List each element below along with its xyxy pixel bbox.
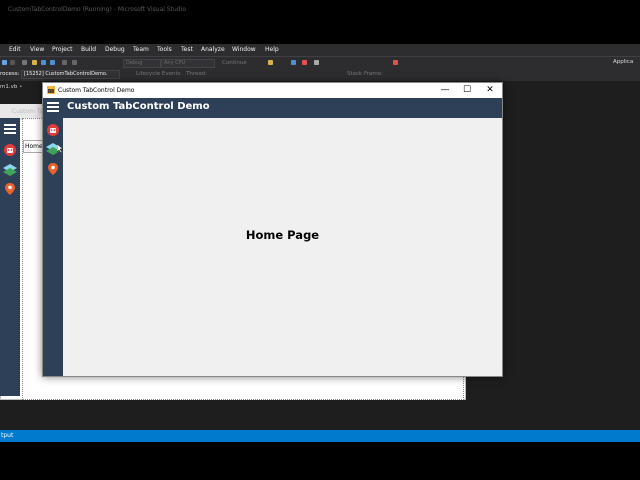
vs-process-bar: rocess: [15252] CustomTabControlDemo. Li… xyxy=(0,69,640,81)
robot-icon[interactable] xyxy=(3,143,17,157)
status-text: tput xyxy=(1,432,14,439)
hamburger-menu-icon[interactable] xyxy=(47,102,60,112)
menu-project[interactable]: Project xyxy=(52,46,73,53)
vs-title: CustomTabControlDemo (Running) - Microso… xyxy=(8,6,186,13)
robot-icon[interactable] xyxy=(46,123,60,137)
menu-team[interactable]: Team xyxy=(133,46,149,53)
minimize-button[interactable]: — xyxy=(434,84,456,97)
menu-test[interactable]: Test xyxy=(181,46,193,53)
redo-icon[interactable] xyxy=(72,60,77,65)
save-icon[interactable] xyxy=(41,60,46,65)
document-tab[interactable]: m1.vb • xyxy=(0,84,22,94)
page-title: Home Page xyxy=(245,228,320,242)
breakpoint-icon[interactable] xyxy=(393,60,398,65)
layers-icon[interactable] xyxy=(2,163,18,177)
thread-label: Thread: xyxy=(186,71,208,77)
menu-tools[interactable]: Tools xyxy=(157,46,172,53)
open-icon[interactable] xyxy=(32,60,37,65)
browser-icon[interactable] xyxy=(268,60,273,65)
save-all-icon[interactable] xyxy=(50,60,55,65)
location-pin-icon[interactable] xyxy=(4,182,16,196)
menu-view[interactable]: View xyxy=(30,46,44,53)
app-window-title: Custom TabControl Demo xyxy=(58,87,135,94)
document-tab-label: m1.vb xyxy=(0,84,18,90)
menu-window[interactable]: Window xyxy=(232,46,256,53)
location-pin-icon[interactable] xyxy=(47,162,59,176)
forward-icon[interactable] xyxy=(10,60,15,65)
stop-icon[interactable] xyxy=(302,60,307,65)
pause-icon[interactable] xyxy=(291,60,296,65)
menu-edit[interactable]: Edit xyxy=(9,46,21,53)
menu-help[interactable]: Help xyxy=(265,46,279,53)
config-dropdown[interactable]: Debug xyxy=(123,59,161,68)
vs-status-bar: tput xyxy=(0,430,640,442)
app-window: Custom TabControl Demo — ☐ ✕ Custom TabC… xyxy=(42,82,503,377)
process-label: rocess: xyxy=(0,71,20,77)
home-page-content: Home Page xyxy=(63,118,502,376)
close-button[interactable]: ✕ xyxy=(479,84,501,97)
back-icon[interactable] xyxy=(2,60,7,65)
lifecycle-events-dropdown[interactable]: Lifecycle Events xyxy=(136,71,181,77)
process-dropdown[interactable]: [15252] CustomTabControlDemo. xyxy=(21,70,120,79)
menu-debug[interactable]: Debug xyxy=(105,46,125,53)
platform-dropdown[interactable]: Any CPU xyxy=(161,59,215,68)
restart-icon[interactable] xyxy=(314,60,319,65)
continue-button[interactable]: Continue xyxy=(222,60,247,66)
mouse-cursor-icon xyxy=(57,144,63,153)
app-window-icon xyxy=(47,86,55,94)
undo-icon[interactable] xyxy=(62,60,67,65)
app-nav-panel xyxy=(43,118,63,376)
menu-build[interactable]: Build xyxy=(81,46,96,53)
app-title-bar[interactable]: Custom TabControl Demo — ☐ ✕ xyxy=(43,83,502,98)
pin-icon[interactable]: • xyxy=(19,84,22,90)
vs-toolbar: Debug Any CPU Continue Applica xyxy=(0,56,640,69)
new-project-icon[interactable] xyxy=(22,60,27,65)
maximize-button[interactable]: ☐ xyxy=(456,84,478,97)
stack-frame-label: Stack Frame: xyxy=(347,71,383,77)
screen-bottom xyxy=(0,442,640,480)
application-insights-button[interactable]: Applica xyxy=(613,59,633,65)
app-header-title: Custom TabControl Demo xyxy=(67,101,210,112)
vs-menu-bar: Edit View Project Build Debug Team Tools… xyxy=(0,44,640,56)
hamburger-menu-icon[interactable] xyxy=(4,124,17,134)
designer-nav-panel xyxy=(0,118,20,396)
designer-form-title: Custom Ta xyxy=(12,108,44,115)
menu-analyze[interactable]: Analyze xyxy=(201,46,225,53)
